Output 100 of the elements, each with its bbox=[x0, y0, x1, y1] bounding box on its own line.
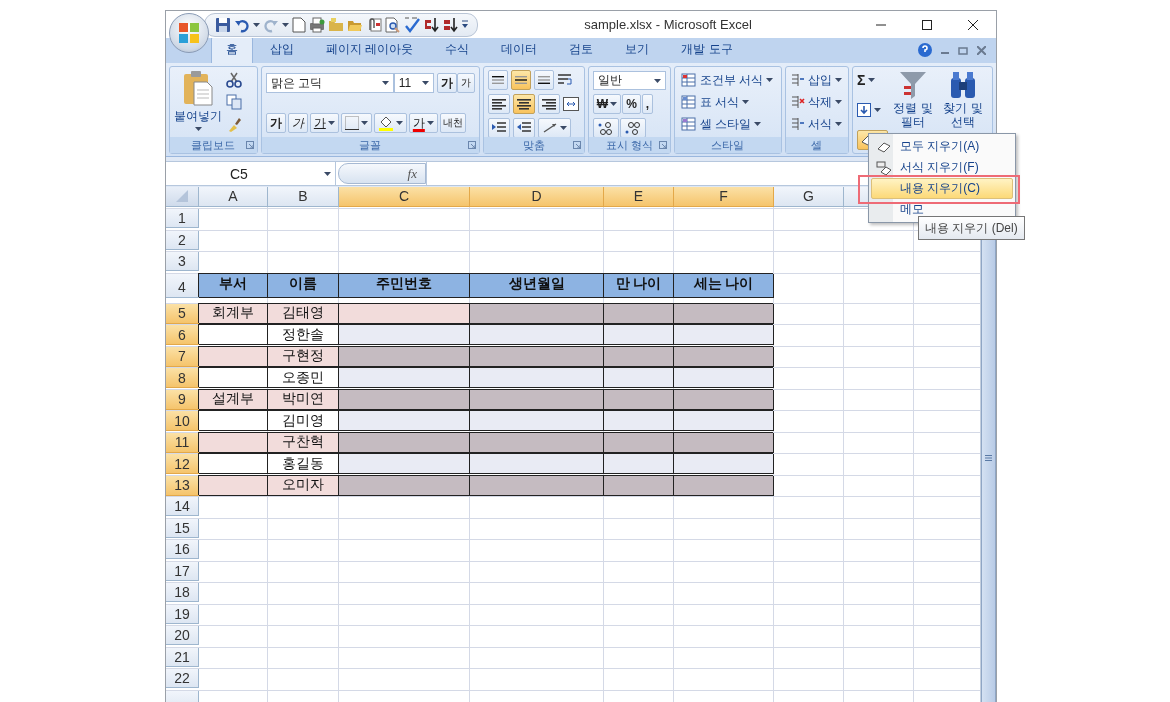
copy-icon bbox=[226, 94, 242, 110]
border-button[interactable] bbox=[340, 113, 372, 133]
row-header[interactable]: 6 bbox=[166, 325, 199, 346]
column-header[interactable]: D bbox=[470, 187, 604, 207]
caret-icon bbox=[874, 108, 881, 112]
bold-button[interactable]: 가 bbox=[265, 113, 286, 133]
caret-icon bbox=[754, 122, 762, 126]
row-header[interactable]: 10 bbox=[166, 411, 199, 432]
caret-icon bbox=[253, 22, 260, 27]
ribbon-tab[interactable]: 보기 bbox=[610, 36, 665, 63]
menu-item[interactable]: 서식 지우기(F) bbox=[871, 157, 1013, 178]
paste-button[interactable]: 붙여넣기 bbox=[174, 70, 222, 134]
table-cell: 오미자 bbox=[268, 475, 339, 496]
caret-icon bbox=[742, 100, 750, 104]
insert-function-button[interactable]: fx bbox=[338, 163, 426, 184]
align-right-icon bbox=[541, 98, 556, 110]
row-header[interactable]: 16 bbox=[166, 540, 199, 560]
scissors-icon bbox=[226, 72, 242, 88]
orientation-button[interactable] bbox=[537, 118, 571, 138]
font-size-dropdown[interactable]: 11 bbox=[393, 73, 434, 93]
maximize-icon bbox=[922, 19, 932, 30]
clipboard-icon bbox=[183, 70, 213, 106]
italic-button[interactable]: 가 bbox=[287, 113, 308, 133]
percent-button[interactable]: % bbox=[622, 94, 641, 114]
row-header[interactable]: 14 bbox=[166, 497, 199, 517]
style-button[interactable]: 표 서식 bbox=[681, 93, 775, 111]
row-header[interactable]: 20 bbox=[166, 626, 199, 646]
row-header[interactable]: 22 bbox=[166, 669, 199, 689]
column-header[interactable]: F bbox=[674, 187, 774, 207]
horizontal-align-button[interactable] bbox=[487, 94, 510, 114]
paint-bucket-icon bbox=[377, 115, 394, 131]
table-cell: 구현정 bbox=[268, 346, 339, 367]
menu-item[interactable]: 내용 지우기(C) bbox=[871, 178, 1013, 199]
row-header[interactable]: 18 bbox=[166, 583, 199, 603]
table-format-icon bbox=[681, 94, 697, 110]
grow-font-button[interactable]: 가 bbox=[436, 73, 457, 93]
table-cell: 정한솔 bbox=[268, 325, 339, 346]
group-label: 클립보드 bbox=[191, 137, 236, 153]
ribbon-tab[interactable]: 홈 bbox=[211, 36, 253, 63]
vertical-align-button[interactable] bbox=[487, 70, 508, 90]
caret-icon bbox=[327, 121, 335, 125]
cells-button[interactable]: 삭제 bbox=[790, 93, 843, 111]
column-header[interactable]: C bbox=[339, 187, 470, 207]
group-label: 맞춤 bbox=[522, 137, 545, 153]
style-button[interactable]: 셀 스타일 bbox=[681, 115, 775, 133]
ribbon-tab[interactable]: 데이터 bbox=[486, 36, 553, 63]
caret-icon bbox=[654, 78, 661, 83]
column-header[interactable]: E bbox=[604, 187, 674, 207]
table-cell: 홍길동 bbox=[268, 454, 339, 475]
currency-button[interactable]: ₩ bbox=[592, 94, 622, 114]
row-header[interactable]: 3 bbox=[166, 252, 199, 272]
caret-icon bbox=[324, 171, 331, 176]
increase-indent-button[interactable] bbox=[512, 118, 535, 138]
row-header[interactable]: 8 bbox=[166, 368, 199, 389]
vertical-align-button[interactable] bbox=[510, 70, 531, 90]
dialog-launcher-icon bbox=[659, 141, 667, 149]
column-header[interactable]: A bbox=[199, 187, 268, 207]
style-button[interactable]: 조건부 서식 bbox=[681, 71, 775, 89]
cells-button[interactable]: 삽입 bbox=[790, 71, 843, 89]
cells-button[interactable]: 서식 bbox=[790, 115, 843, 133]
comma-button[interactable]: , bbox=[641, 94, 654, 114]
close-icon bbox=[968, 19, 978, 30]
ribbon-tab[interactable]: 수식 bbox=[430, 36, 485, 63]
increase-decimal-button[interactable] bbox=[592, 118, 619, 138]
caret-icon bbox=[426, 121, 434, 125]
horizontal-align-button[interactable] bbox=[537, 94, 560, 114]
ribbon-tab[interactable]: 페이지 레이아웃 bbox=[311, 36, 429, 63]
horizontal-align-button[interactable] bbox=[512, 94, 535, 114]
decrease-decimal-icon bbox=[623, 121, 642, 135]
align-center-icon bbox=[516, 98, 531, 110]
customize-caret-icon bbox=[461, 19, 469, 30]
menu-item[interactable]: 모두 지우기(A) bbox=[871, 136, 1013, 157]
font-name-dropdown[interactable]: 맑은 고딕 bbox=[265, 73, 394, 93]
corner-triangle-icon bbox=[176, 190, 188, 203]
indent-icon bbox=[516, 122, 531, 134]
column-header[interactable]: B bbox=[268, 187, 339, 207]
column-header[interactable]: G bbox=[774, 187, 844, 207]
printer-icon bbox=[309, 16, 325, 33]
table-cell: 회계부 bbox=[199, 303, 268, 324]
align-top-icon bbox=[491, 76, 504, 84]
decrease-decimal-button[interactable] bbox=[619, 118, 646, 138]
vertical-align-button[interactable] bbox=[533, 70, 554, 90]
caret-icon bbox=[610, 102, 618, 106]
underline-button[interactable]: 가 bbox=[309, 113, 339, 133]
row-header[interactable]: 1 bbox=[166, 209, 199, 229]
folder-icon bbox=[328, 16, 344, 33]
table-cell: 생년월일 bbox=[470, 273, 604, 298]
phonetic-button[interactable]: 내천 bbox=[439, 113, 466, 133]
ribbon-tab[interactable]: 검토 bbox=[554, 36, 609, 63]
shrink-font-button[interactable]: 가 bbox=[456, 73, 475, 93]
ribbon-tab[interactable]: 삽입 bbox=[255, 36, 309, 63]
insert-cells-icon bbox=[790, 73, 805, 87]
autosum-button[interactable]: Σ bbox=[857, 70, 888, 90]
fill-color-button[interactable] bbox=[373, 113, 407, 133]
conditional-format-icon bbox=[681, 72, 697, 88]
decrease-indent-button[interactable] bbox=[487, 118, 510, 138]
row-header[interactable]: 12 bbox=[166, 454, 199, 475]
font-color-button[interactable]: 가 bbox=[408, 113, 438, 133]
ribbon-tab[interactable]: 개발 도구 bbox=[666, 36, 748, 63]
number-format-dropdown[interactable]: 일반 bbox=[592, 71, 666, 90]
